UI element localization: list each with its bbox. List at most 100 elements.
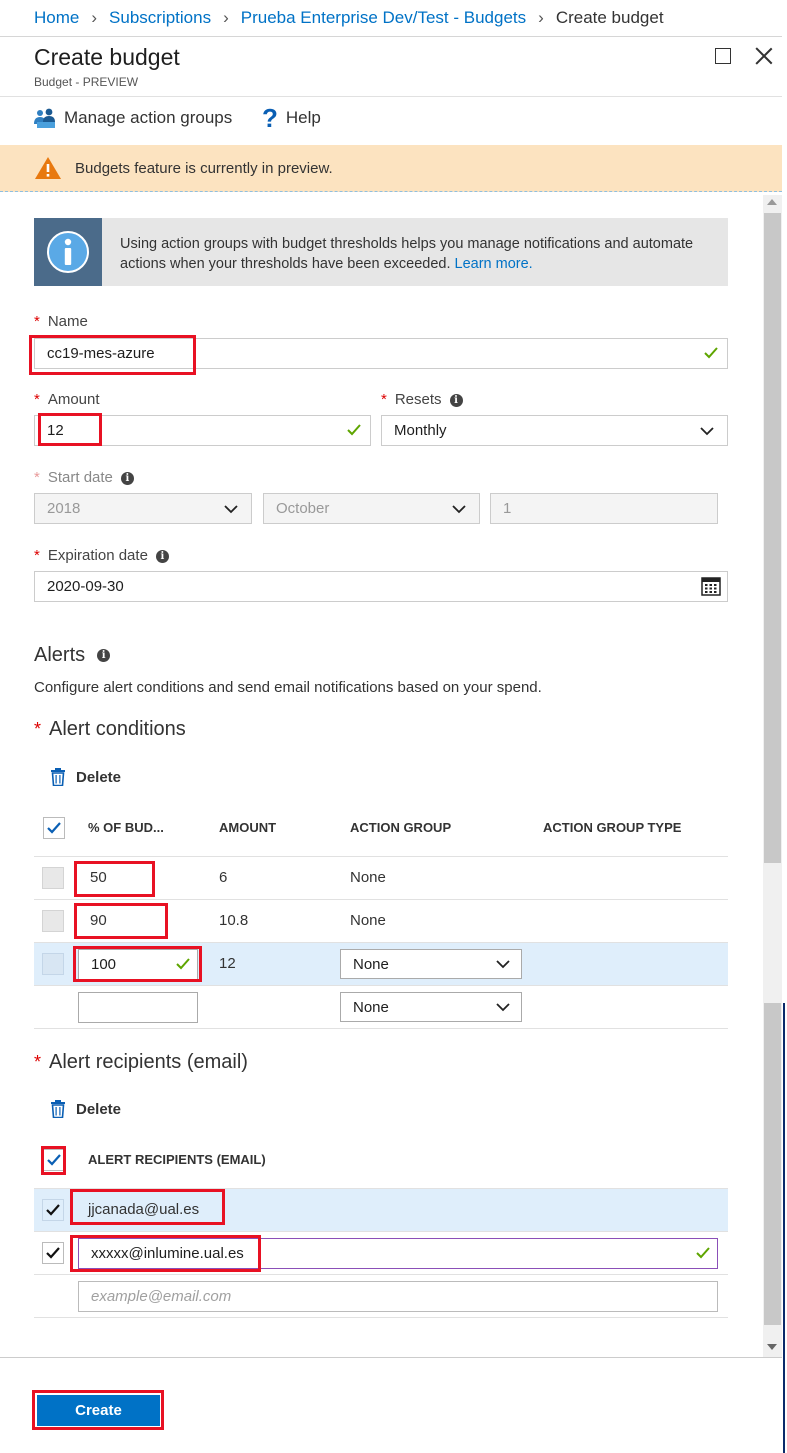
amount-input[interactable]: 12 <box>34 415 371 446</box>
new-percent-input[interactable] <box>78 992 198 1023</box>
resets-select[interactable]: Monthly <box>381 415 728 446</box>
scrollbar-thumb[interactable] <box>764 213 781 863</box>
info-tooltip-icon[interactable]: i <box>120 471 134 485</box>
info-tooltip-icon[interactable]: i <box>449 393 463 407</box>
delete-recipients-button[interactable]: Delete <box>50 1100 121 1118</box>
alerts-description: Configure alert conditions and send emai… <box>34 679 542 696</box>
learn-more-link[interactable]: Learn more. <box>455 256 533 272</box>
manage-action-groups-label: Manage action groups <box>64 108 233 127</box>
delete-label: Delete <box>76 768 122 786</box>
new-action-group-select[interactable]: None <box>340 992 522 1022</box>
scroll-up-arrow-icon[interactable] <box>767 199 777 205</box>
info-icon <box>34 218 102 286</box>
breadcrumb: Home › Subscriptions › Prueba Enterprise… <box>0 0 787 36</box>
people-icon <box>34 108 56 128</box>
column-amount[interactable]: AMOUNT <box>219 820 276 835</box>
table-row-selected[interactable]: 100 12 None <box>34 943 728 986</box>
resets-value: Monthly <box>394 422 447 439</box>
row-percent-input[interactable]: 100 <box>78 949 198 980</box>
table-row[interactable]: 50 6 None <box>34 857 728 900</box>
help-label: Help <box>285 108 321 127</box>
chevron-down-icon <box>495 1000 511 1018</box>
recipient-email[interactable]: jjcanada@ual.es <box>88 1201 199 1218</box>
name-input[interactable]: cc19-mes-azure <box>34 338 728 369</box>
start-month-value: October <box>276 500 330 517</box>
breadcrumb-current: Create budget <box>555 8 664 27</box>
column-percent[interactable]: % OF BUD... <box>88 820 164 835</box>
delete-label: Delete <box>76 1100 122 1118</box>
start-day-value: 1 <box>503 500 512 517</box>
delete-conditions-button[interactable]: Delete <box>50 768 121 786</box>
row-action-group-value: None <box>353 955 389 973</box>
breadcrumb-divider <box>0 36 782 37</box>
chevron-right-icon: › <box>538 8 544 27</box>
scrollbar-thumb-lower[interactable] <box>764 1003 781 1325</box>
new-recipient-input[interactable]: example@email.com <box>78 1281 718 1312</box>
select-all-conditions-checkbox[interactable] <box>43 817 65 839</box>
name-label: * Name <box>34 313 88 330</box>
chevron-down-icon <box>495 957 511 975</box>
row-percent-value: 100 <box>91 956 117 973</box>
page-title: Create budget <box>34 44 180 70</box>
expiration-date-input[interactable]: 2020-09-30 <box>34 571 728 602</box>
window-edge <box>783 1003 785 1453</box>
chevron-right-icon: › <box>91 8 98 27</box>
breadcrumb-home[interactable]: Home <box>34 8 79 28</box>
row-action-group[interactable]: None <box>350 912 386 929</box>
table-row[interactable]: 90 10.8 None <box>34 900 728 943</box>
row-amount: 6 <box>219 869 228 886</box>
start-month-select: October <box>263 493 480 524</box>
new-action-group-value: None <box>353 998 389 1016</box>
amount-value: 12 <box>47 422 64 439</box>
select-all-recipients-checkbox[interactable] <box>43 1149 65 1171</box>
resets-label: * Resets i <box>381 391 463 408</box>
breadcrumb-subscriptions[interactable]: Subscriptions <box>109 8 211 28</box>
row-amount: 10.8 <box>219 912 249 929</box>
manage-action-groups-button[interactable]: Manage action groups <box>34 108 232 128</box>
scroll-down-arrow-icon[interactable] <box>767 1344 777 1350</box>
recipient-email-input[interactable]: xxxxx@inlumine.ual.es <box>78 1238 718 1269</box>
recipient-checkbox[interactable] <box>42 1242 64 1264</box>
trash-icon <box>50 1100 66 1118</box>
row-percent[interactable]: 50 <box>90 869 107 886</box>
start-day-input: 1 <box>490 493 718 524</box>
checkmark-icon <box>46 1204 60 1216</box>
info-tooltip-icon[interactable]: i <box>155 549 169 563</box>
start-year-value: 2018 <box>47 500 81 517</box>
start-year-select: 2018 <box>34 493 252 524</box>
recipient-row-new[interactable]: example@email.com <box>34 1275 728 1318</box>
footer-divider <box>0 1357 782 1358</box>
row-action-group[interactable]: None <box>350 869 386 886</box>
alert-conditions-heading: * Alert conditions <box>34 718 186 740</box>
table-row-new[interactable]: None <box>34 986 728 1029</box>
help-button[interactable]: ? Help <box>262 105 321 131</box>
banner-text: Budgets feature is currently in preview. <box>75 159 333 177</box>
checkmark-icon <box>175 956 191 976</box>
row-checkbox[interactable] <box>42 910 64 932</box>
close-icon[interactable] <box>754 46 774 66</box>
recipient-email-value: xxxxx@inlumine.ual.es <box>91 1245 244 1262</box>
create-button[interactable]: Create <box>37 1395 160 1426</box>
column-recipients[interactable]: ALERT RECIPIENTS (EMAIL) <box>88 1152 266 1167</box>
checkmark-icon <box>695 1245 711 1265</box>
alert-recipients-heading: * Alert recipients (email) <box>34 1051 248 1073</box>
row-percent[interactable]: 90 <box>90 912 107 929</box>
maximize-icon[interactable] <box>715 48 731 64</box>
row-action-group-select[interactable]: None <box>340 949 522 979</box>
page-subtitle: Budget - PREVIEW <box>34 75 139 89</box>
info-tooltip-icon[interactable]: i <box>97 649 111 663</box>
recipient-row[interactable]: xxxxx@inlumine.ual.es <box>34 1232 728 1275</box>
checkmark-icon <box>46 1247 60 1259</box>
calendar-icon[interactable] <box>701 576 721 600</box>
breadcrumb-budgets[interactable]: Prueba Enterprise Dev/Test - Budgets <box>241 8 526 28</box>
column-action-group[interactable]: ACTION GROUP <box>350 820 451 835</box>
chevron-down-icon <box>223 502 239 520</box>
checkmark-icon <box>47 1154 61 1166</box>
chevron-down-icon <box>699 424 715 442</box>
row-checkbox[interactable] <box>42 953 64 975</box>
recipient-checkbox[interactable] <box>42 1199 64 1221</box>
expiration-date-value: 2020-09-30 <box>47 578 124 595</box>
recipient-row[interactable]: jjcanada@ual.es <box>34 1189 728 1232</box>
column-action-group-type[interactable]: ACTION GROUP TYPE <box>543 820 681 835</box>
row-checkbox[interactable] <box>42 867 64 889</box>
